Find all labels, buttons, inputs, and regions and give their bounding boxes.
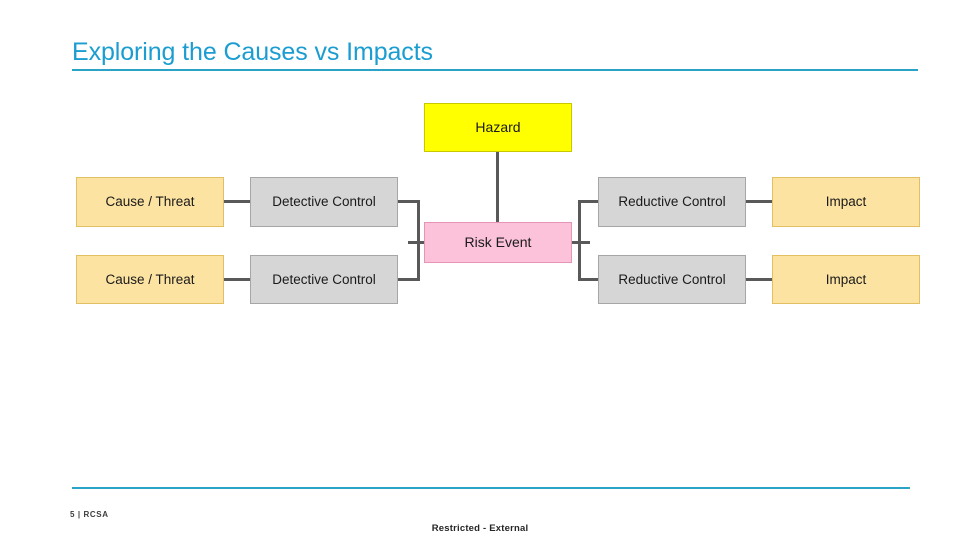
node-risk-event[interactable]: Risk Event [424, 222, 572, 263]
node-hazard[interactable]: Hazard [424, 103, 572, 152]
node-detective-control-1[interactable]: Detective Control [250, 177, 398, 227]
node-detective-control-2[interactable]: Detective Control [250, 255, 398, 304]
bowtie-risk-diagram: Hazard Risk Event Cause / Threat Detecti… [0, 0, 960, 540]
connector-reductive2-to-impact2 [746, 278, 772, 281]
connector-hazard-to-risk-event [496, 152, 499, 222]
connector-cause2-to-detective2 [224, 278, 250, 281]
connector-reductive1-to-impact1 [746, 200, 772, 203]
connector-risk-event-to-right-bus [572, 241, 590, 244]
footer-rule [72, 487, 910, 489]
connector-cause1-to-detective1 [224, 200, 250, 203]
footer-page-meta: 5 | RCSA [70, 510, 109, 519]
node-reductive-control-2[interactable]: Reductive Control [598, 255, 746, 304]
node-cause-threat-1[interactable]: Cause / Threat [76, 177, 224, 227]
node-impact-2[interactable]: Impact [772, 255, 920, 304]
connector-bus-to-reductive2 [578, 278, 600, 281]
node-impact-1[interactable]: Impact [772, 177, 920, 227]
node-cause-threat-2[interactable]: Cause / Threat [76, 255, 224, 304]
connector-bus-to-reductive1 [578, 200, 600, 203]
connector-right-vertical-bus [578, 200, 581, 281]
node-reductive-control-1[interactable]: Reductive Control [598, 177, 746, 227]
footer-classification-label: Restricted - External [431, 523, 529, 534]
